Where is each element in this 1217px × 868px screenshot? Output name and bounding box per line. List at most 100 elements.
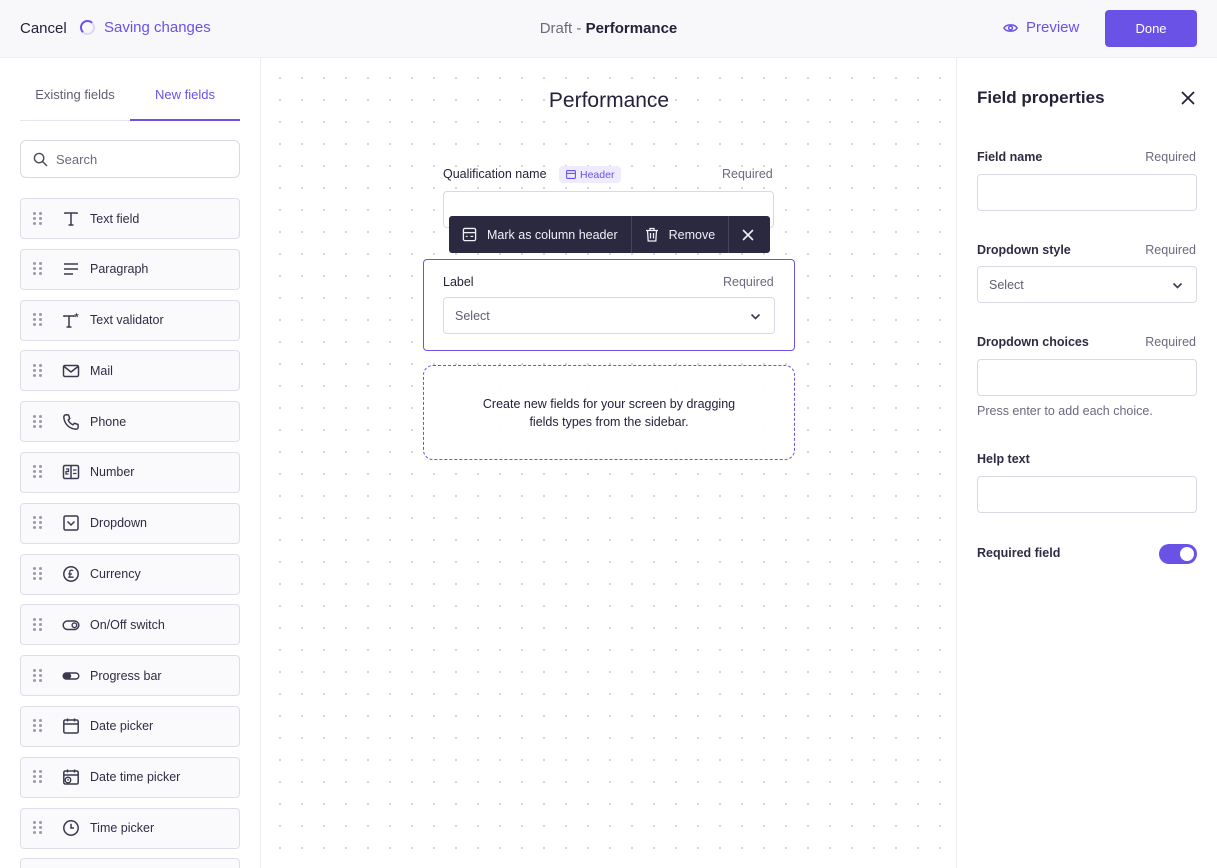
column-header-icon — [462, 227, 477, 242]
field-action-toolbar: Mark as column header Remove — [449, 216, 770, 253]
drop-zone-hint: Create new fields for your screen by dra… — [482, 396, 736, 429]
field-type-text-field[interactable]: Text field — [20, 198, 240, 239]
field-type-currency[interactable]: Currency — [20, 553, 240, 595]
switch-icon — [61, 615, 81, 635]
field-type-mail[interactable]: Mail — [20, 350, 240, 392]
document-name: Performance — [585, 20, 678, 37]
drag-handle-icon[interactable] — [33, 567, 43, 581]
field-type-label: Text validator — [90, 313, 164, 328]
clock-icon — [61, 818, 81, 838]
sidebar-tabs: Existing fields New fields — [20, 58, 240, 121]
field-type-list: Text field Paragraph Text validator Mail… — [20, 198, 240, 868]
field-name-input[interactable] — [977, 174, 1197, 211]
drag-handle-icon[interactable] — [33, 668, 43, 683]
form-canvas: Performance Qualification name Header Re… — [262, 58, 956, 868]
drag-handle-icon[interactable] — [33, 719, 43, 733]
field-type-time-picker[interactable]: Time picker — [20, 807, 240, 849]
fields-sidebar: Existing fields New fields Text field Pa… — [0, 58, 261, 868]
help-text-input[interactable] — [977, 476, 1197, 513]
phone-icon — [61, 412, 81, 432]
tab-new-fields[interactable]: New fields — [130, 58, 240, 121]
tab-existing-fields[interactable]: Existing fields — [20, 58, 130, 120]
field-type-phone[interactable]: Phone — [20, 401, 240, 443]
preview-button[interactable]: Preview — [1003, 19, 1079, 36]
dropdown-style-label: Dropdown style — [977, 243, 1071, 257]
field-type-label: Mail — [90, 363, 113, 378]
search-box — [20, 140, 240, 178]
mark-as-column-header-label: Mark as column header — [487, 227, 618, 242]
drag-handle-icon[interactable] — [33, 262, 43, 276]
field-type-date-picker[interactable]: Date picker — [20, 705, 240, 747]
currency-icon — [61, 564, 81, 584]
help-text-label: Help text — [977, 452, 1030, 466]
drag-handle-icon[interactable] — [33, 617, 43, 632]
dropdown-style-required: Required — [1145, 243, 1196, 257]
progress-icon — [61, 666, 81, 686]
toolbar-close-button[interactable] — [729, 216, 767, 253]
done-button[interactable]: Done — [1105, 10, 1197, 47]
dropdown-choices-input[interactable] — [977, 359, 1197, 396]
drag-handle-icon[interactable] — [33, 211, 43, 226]
form-title: Performance — [548, 89, 670, 112]
dropdown-style-select[interactable]: Select — [977, 266, 1197, 303]
top-bar: Cancel Saving changes Draft - Performanc… — [0, 0, 1217, 58]
chevron-down-icon — [750, 313, 761, 320]
drag-handle-icon[interactable] — [33, 363, 43, 378]
field-type-dropdown[interactable]: Dropdown — [20, 502, 240, 544]
field-type-on-off-switch[interactable]: On/Off switch — [20, 604, 240, 646]
drag-handle-icon[interactable] — [33, 821, 43, 835]
remove-button[interactable]: Remove — [632, 216, 729, 253]
required-field-toggle[interactable] — [1159, 544, 1197, 564]
text-icon — [61, 209, 81, 229]
drag-handle-icon[interactable] — [33, 313, 43, 327]
drag-handle-icon[interactable] — [33, 414, 43, 429]
dropdown-style-value: Select — [989, 277, 1024, 292]
qualification-name-label: Qualification name — [443, 167, 547, 181]
field-drop-zone[interactable]: Create new fields for your screen by dra… — [423, 365, 795, 460]
label-field-card[interactable]: Label Required Select — [423, 259, 795, 351]
field-type-text-validator[interactable]: Text validator — [20, 299, 240, 341]
close-icon[interactable] — [1179, 89, 1197, 107]
drag-handle-icon[interactable] — [33, 516, 43, 530]
drag-handle-icon[interactable] — [33, 465, 43, 479]
mail-icon — [61, 361, 81, 381]
properties-title: Field properties — [977, 88, 1105, 107]
field-type-date-time-picker[interactable]: Date time picker — [20, 756, 240, 798]
field-type-more[interactable] — [20, 858, 240, 868]
dropdown-choices-hint: Press enter to add each choice. — [977, 404, 1153, 418]
search-icon — [33, 152, 48, 166]
document-status: Draft - — [539, 20, 586, 37]
preview-label: Preview — [1026, 19, 1080, 36]
remove-label: Remove — [668, 227, 716, 242]
field-type-label: Progress bar — [90, 668, 162, 683]
field-type-progress-bar[interactable]: Progress bar — [20, 655, 240, 697]
field-type-paragraph[interactable]: Paragraph — [20, 248, 240, 290]
qualification-required-label: Required — [722, 167, 773, 181]
column-header-icon — [566, 170, 576, 179]
text-validator-icon — [61, 310, 81, 330]
trash-icon — [645, 227, 658, 242]
field-name-label: Field name — [977, 150, 1043, 164]
header-badge-label: Header — [580, 168, 615, 181]
search-input[interactable] — [56, 151, 226, 167]
field-type-label: Number — [90, 465, 135, 480]
label-field-label: Label — [443, 275, 474, 289]
drag-handle-icon[interactable] — [33, 770, 43, 784]
label-select-value: Select — [455, 308, 490, 323]
label-select[interactable]: Select — [443, 297, 775, 334]
dropdown-choices-required: Required — [1145, 335, 1196, 349]
field-type-label: Paragraph — [90, 262, 149, 277]
field-properties-panel: Field properties Field name Required Dro… — [956, 58, 1217, 868]
eye-icon — [1003, 23, 1018, 32]
chevron-down-icon — [1172, 282, 1183, 289]
header-badge: Header — [559, 166, 622, 183]
field-type-label: Date picker — [90, 719, 154, 734]
dropdown-choices-label: Dropdown choices — [977, 335, 1089, 349]
field-type-label: Date time picker — [90, 770, 181, 785]
number-icon — [61, 462, 81, 482]
calendar-clock-icon — [61, 767, 81, 787]
field-type-number[interactable]: Number — [20, 451, 240, 493]
mark-as-column-header-button[interactable]: Mark as column header — [449, 216, 631, 253]
paragraph-icon — [61, 259, 81, 279]
calendar-icon — [61, 716, 81, 736]
